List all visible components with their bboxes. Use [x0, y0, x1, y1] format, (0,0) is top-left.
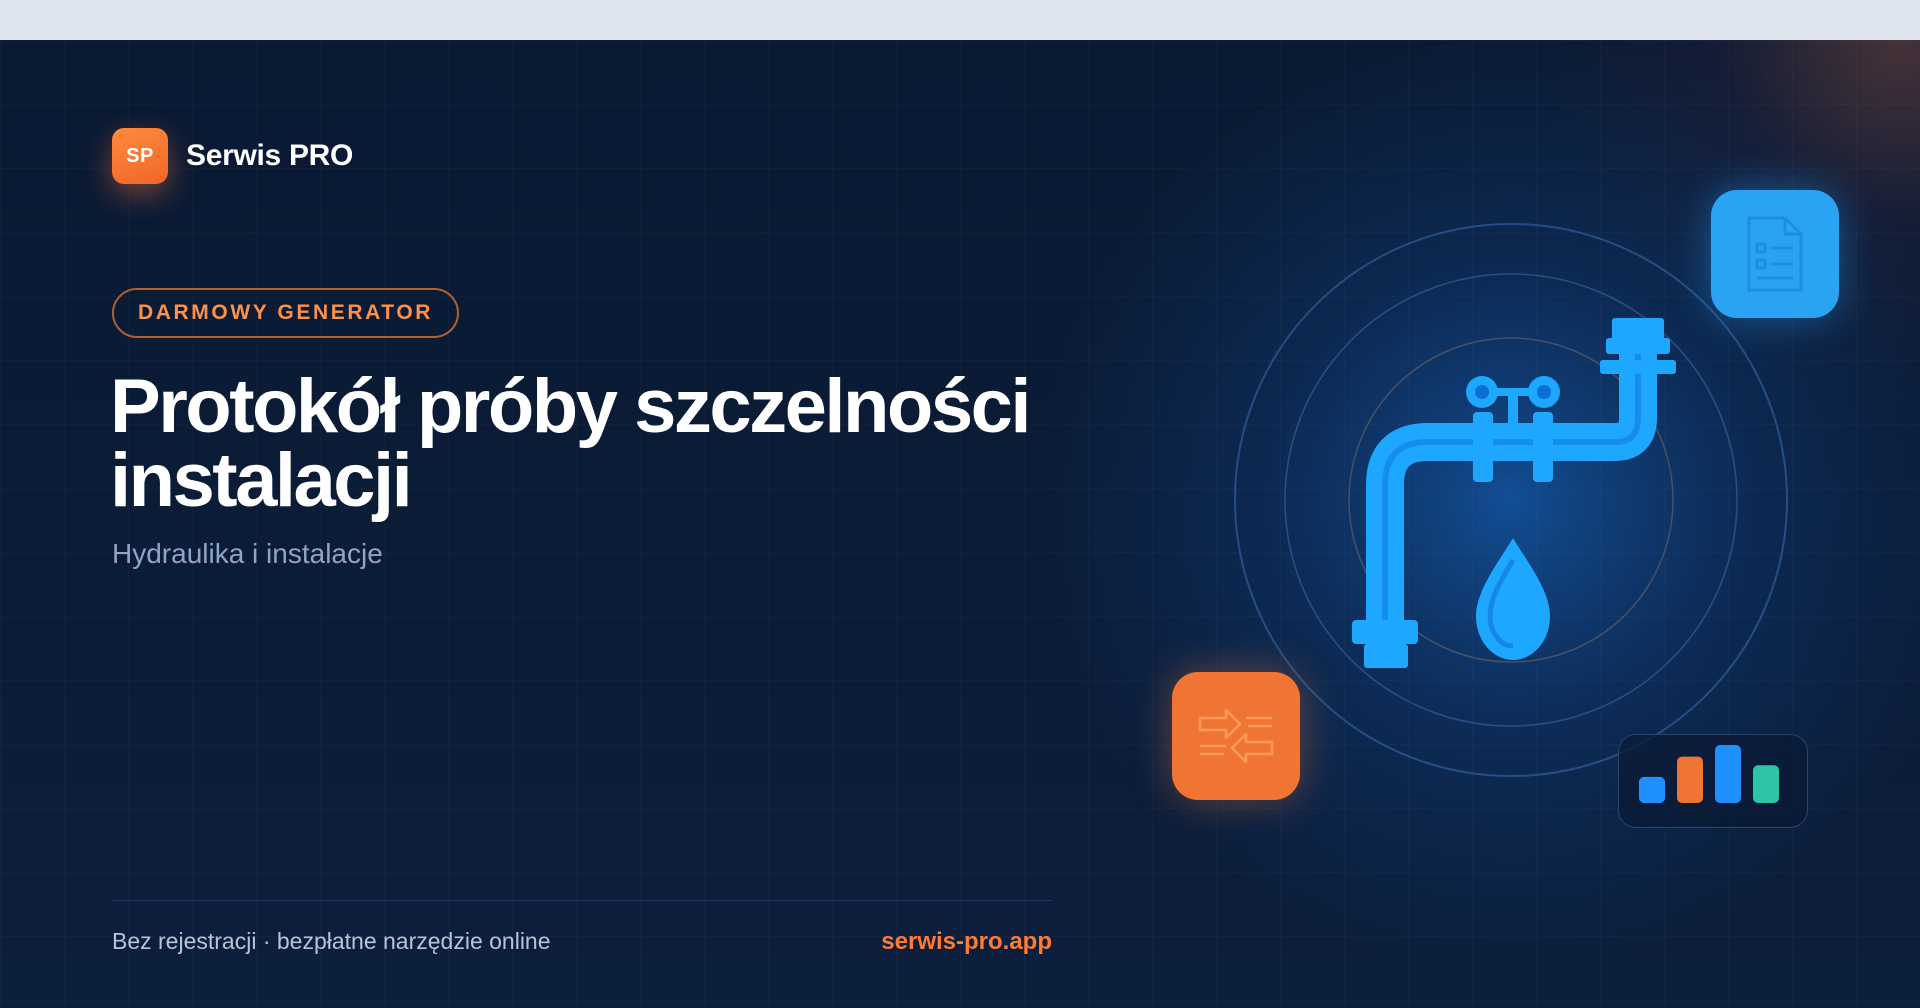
- brand-logo: SP: [112, 128, 168, 184]
- footer-note: Bez rejestracji · bezpłatne narzędzie on…: [112, 928, 551, 954]
- brand[interactable]: SP Serwis PRO: [112, 128, 353, 184]
- page-subtitle: Hydraulika i instalacje: [112, 538, 383, 569]
- mini-chart-card: [1618, 734, 1808, 828]
- browser-top-strip: [0, 0, 1920, 40]
- swap-tile: [1172, 672, 1300, 800]
- mini-chart-bar: [1753, 765, 1779, 803]
- bar-chart-icon: [1639, 745, 1779, 803]
- footer-url-link[interactable]: serwis-pro.app: [881, 928, 1052, 956]
- footer-divider: [112, 900, 1052, 901]
- brand-name: Serwis PRO: [186, 139, 354, 172]
- mini-chart-bar: [1639, 776, 1665, 803]
- document-tile: [1711, 190, 1839, 318]
- document-checklist-icon: [1747, 216, 1803, 292]
- outer-ring: [1234, 223, 1788, 777]
- free-generator-badge: DARMOWY GENERATOR: [112, 288, 460, 338]
- mini-chart-bar: [1677, 756, 1703, 803]
- page-title: Protokół próby szczelności instalacji: [110, 364, 1032, 523]
- mini-chart-bar: [1715, 745, 1741, 803]
- swap-arrows-icon: [1198, 708, 1274, 764]
